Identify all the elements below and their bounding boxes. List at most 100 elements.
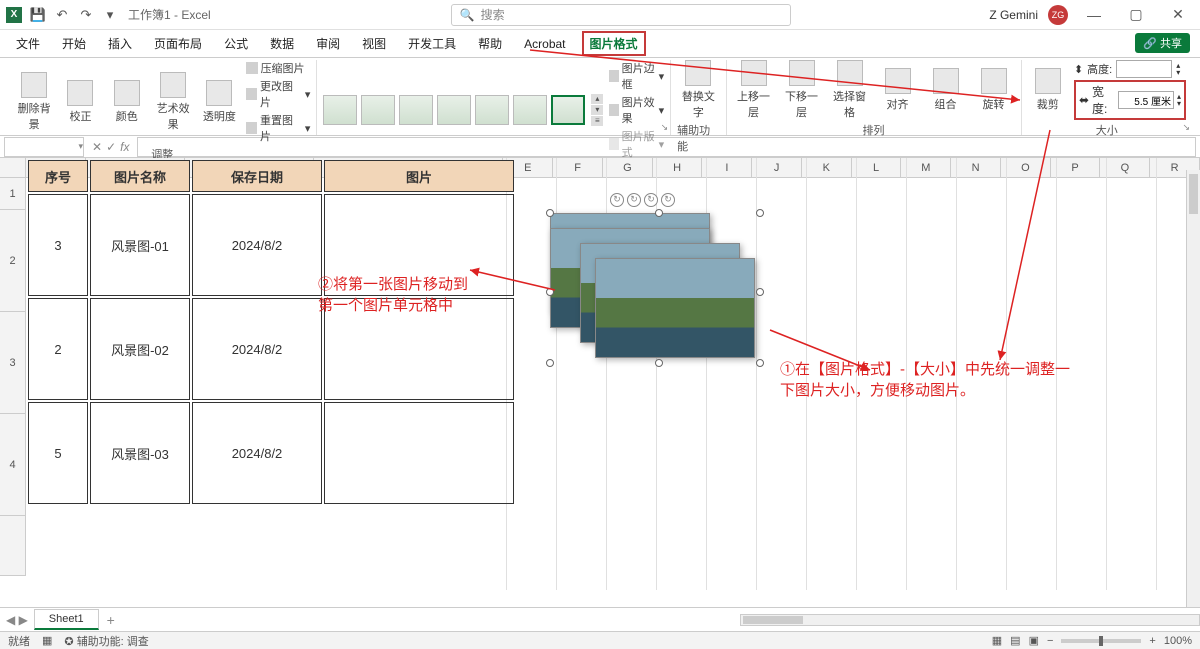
minimize-button[interactable]: —: [1078, 7, 1110, 23]
resize-handle[interactable]: [546, 209, 554, 217]
tab-layout[interactable]: 页面布局: [148, 31, 208, 56]
scrollbar-thumb[interactable]: [1189, 174, 1198, 214]
tab-data[interactable]: 数据: [264, 31, 300, 56]
style-thumb[interactable]: [323, 95, 357, 125]
style-thumb[interactable]: [399, 95, 433, 125]
corrections-button[interactable]: 校正: [60, 80, 100, 124]
resize-handle[interactable]: [546, 288, 554, 296]
vertical-scrollbar[interactable]: [1186, 170, 1200, 607]
picture-style-gallery[interactable]: [323, 95, 585, 125]
resize-handle[interactable]: [655, 209, 663, 217]
style-thumb[interactable]: [475, 95, 509, 125]
sheet-nav-buttons[interactable]: ◀ ▶: [0, 613, 34, 627]
resize-handle[interactable]: [756, 209, 764, 217]
tab-review[interactable]: 审阅: [310, 31, 346, 56]
cell-date[interactable]: 2024/8/2: [192, 194, 322, 296]
status-accessibility[interactable]: ✪ 辅助功能: 调查: [64, 633, 148, 649]
width-spinner[interactable]: ▴▾: [1177, 93, 1181, 107]
cell-num[interactable]: 3: [28, 194, 88, 296]
share-button[interactable]: 🔗 共享: [1135, 33, 1190, 53]
crop-button[interactable]: 裁剪: [1028, 68, 1068, 112]
maximize-button[interactable]: ▢: [1120, 6, 1152, 23]
row-header[interactable]: 3: [0, 312, 26, 414]
picture-border-button[interactable]: 图片边框 ▾: [609, 60, 664, 92]
styles-dialog-launcher[interactable]: ↘: [661, 122, 669, 133]
align-button[interactable]: 对齐: [877, 68, 919, 112]
tab-formula[interactable]: 公式: [218, 31, 254, 56]
artistic-effects-button[interactable]: 艺术效果: [153, 72, 193, 132]
select-all-corner[interactable]: [0, 158, 26, 177]
row-header[interactable]: 4: [0, 414, 26, 516]
view-page-icon[interactable]: ▤: [1010, 634, 1020, 647]
cell-name[interactable]: 风景图-01: [90, 194, 190, 296]
style-thumb[interactable]: [513, 95, 547, 125]
zoom-percent[interactable]: 100%: [1164, 635, 1192, 647]
tab-file[interactable]: 文件: [10, 31, 46, 56]
reset-picture-button[interactable]: 重置图片 ▾: [246, 112, 311, 144]
spreadsheet-grid[interactable]: A B C D E F G H I J K L M N O P Q R 1 2 …: [0, 158, 1200, 590]
picture-effects-button[interactable]: 图片效果 ▾: [609, 94, 664, 126]
zoom-in-button[interactable]: +: [1149, 635, 1155, 647]
add-sheet-button[interactable]: +: [99, 612, 123, 628]
bring-forward-button[interactable]: 上移一层: [733, 60, 775, 120]
tab-help[interactable]: 帮助: [472, 31, 508, 56]
cell-date[interactable]: 2024/8/2: [192, 298, 322, 400]
tab-picture-format[interactable]: 图片格式: [582, 31, 646, 56]
style-thumb[interactable]: [437, 95, 471, 125]
undo-icon[interactable]: ↶: [54, 7, 70, 23]
search-box[interactable]: 🔍 搜索: [451, 4, 791, 26]
change-picture-button[interactable]: 更改图片 ▾: [246, 78, 311, 110]
cell-num[interactable]: 5: [28, 402, 88, 504]
alt-text-button[interactable]: 替换文字: [677, 60, 719, 120]
cell-date[interactable]: 2024/8/2: [192, 402, 322, 504]
cell-num[interactable]: 2: [28, 298, 88, 400]
tab-home[interactable]: 开始: [56, 31, 92, 56]
style-thumb-selected[interactable]: [551, 95, 585, 125]
scrollbar-thumb[interactable]: [743, 616, 803, 624]
tab-dev[interactable]: 开发工具: [402, 31, 462, 56]
resize-handle[interactable]: [655, 359, 663, 367]
zoom-out-button[interactable]: −: [1047, 635, 1053, 647]
sheet-tab-active[interactable]: Sheet1: [34, 609, 99, 630]
close-button[interactable]: ✕: [1162, 6, 1194, 23]
height-input[interactable]: [1116, 60, 1172, 78]
user-avatar[interactable]: ZG: [1048, 5, 1068, 25]
rotate-button[interactable]: 旋转: [973, 68, 1015, 112]
style-thumb[interactable]: [361, 95, 395, 125]
view-normal-icon[interactable]: ▦: [992, 634, 1002, 647]
tab-acrobat[interactable]: Acrobat: [518, 33, 571, 55]
row-header[interactable]: 2: [0, 210, 26, 312]
compress-pictures-button[interactable]: 压缩图片: [246, 60, 311, 76]
tab-insert[interactable]: 插入: [102, 31, 138, 56]
view-break-icon[interactable]: ▣: [1029, 634, 1039, 647]
resize-handle[interactable]: [546, 359, 554, 367]
transparency-button[interactable]: 透明度: [199, 80, 239, 124]
size-dialog-launcher[interactable]: ↘: [1182, 122, 1190, 133]
cell-name[interactable]: 风景图-03: [90, 402, 190, 504]
width-input[interactable]: [1118, 91, 1174, 109]
qat-more-icon[interactable]: ▾: [102, 7, 118, 23]
selected-images-group[interactable]: ↻↻↻↻: [550, 213, 760, 363]
cell-name[interactable]: 风景图-02: [90, 298, 190, 400]
status-macro-icon[interactable]: ▦: [42, 634, 52, 647]
row-header[interactable]: [0, 516, 26, 576]
group-button[interactable]: 组合: [925, 68, 967, 112]
selection-pane-button[interactable]: 选择窗格: [829, 60, 871, 120]
tab-view[interactable]: 视图: [356, 31, 392, 56]
inserted-picture[interactable]: [595, 258, 755, 358]
horizontal-scrollbar[interactable]: [740, 614, 1200, 626]
send-backward-button[interactable]: 下移一层: [781, 60, 823, 120]
gallery-expand-button[interactable]: ▴▾≡: [591, 94, 603, 126]
remove-background-button[interactable]: 删除背景: [14, 72, 54, 132]
save-icon[interactable]: 💾: [30, 7, 46, 23]
color-button[interactable]: 颜色: [107, 80, 147, 124]
picture-layout-button[interactable]: 图片版式 ▾: [609, 128, 664, 160]
redo-icon[interactable]: ↷: [78, 7, 94, 23]
row-header[interactable]: 1: [0, 178, 26, 210]
rotation-handles[interactable]: ↻↻↻↻: [610, 193, 675, 207]
resize-handle[interactable]: [756, 288, 764, 296]
resize-handle[interactable]: [756, 359, 764, 367]
zoom-slider[interactable]: [1061, 639, 1141, 643]
cell-image[interactable]: [324, 402, 514, 504]
height-spinner[interactable]: ▴▾: [1176, 62, 1180, 76]
